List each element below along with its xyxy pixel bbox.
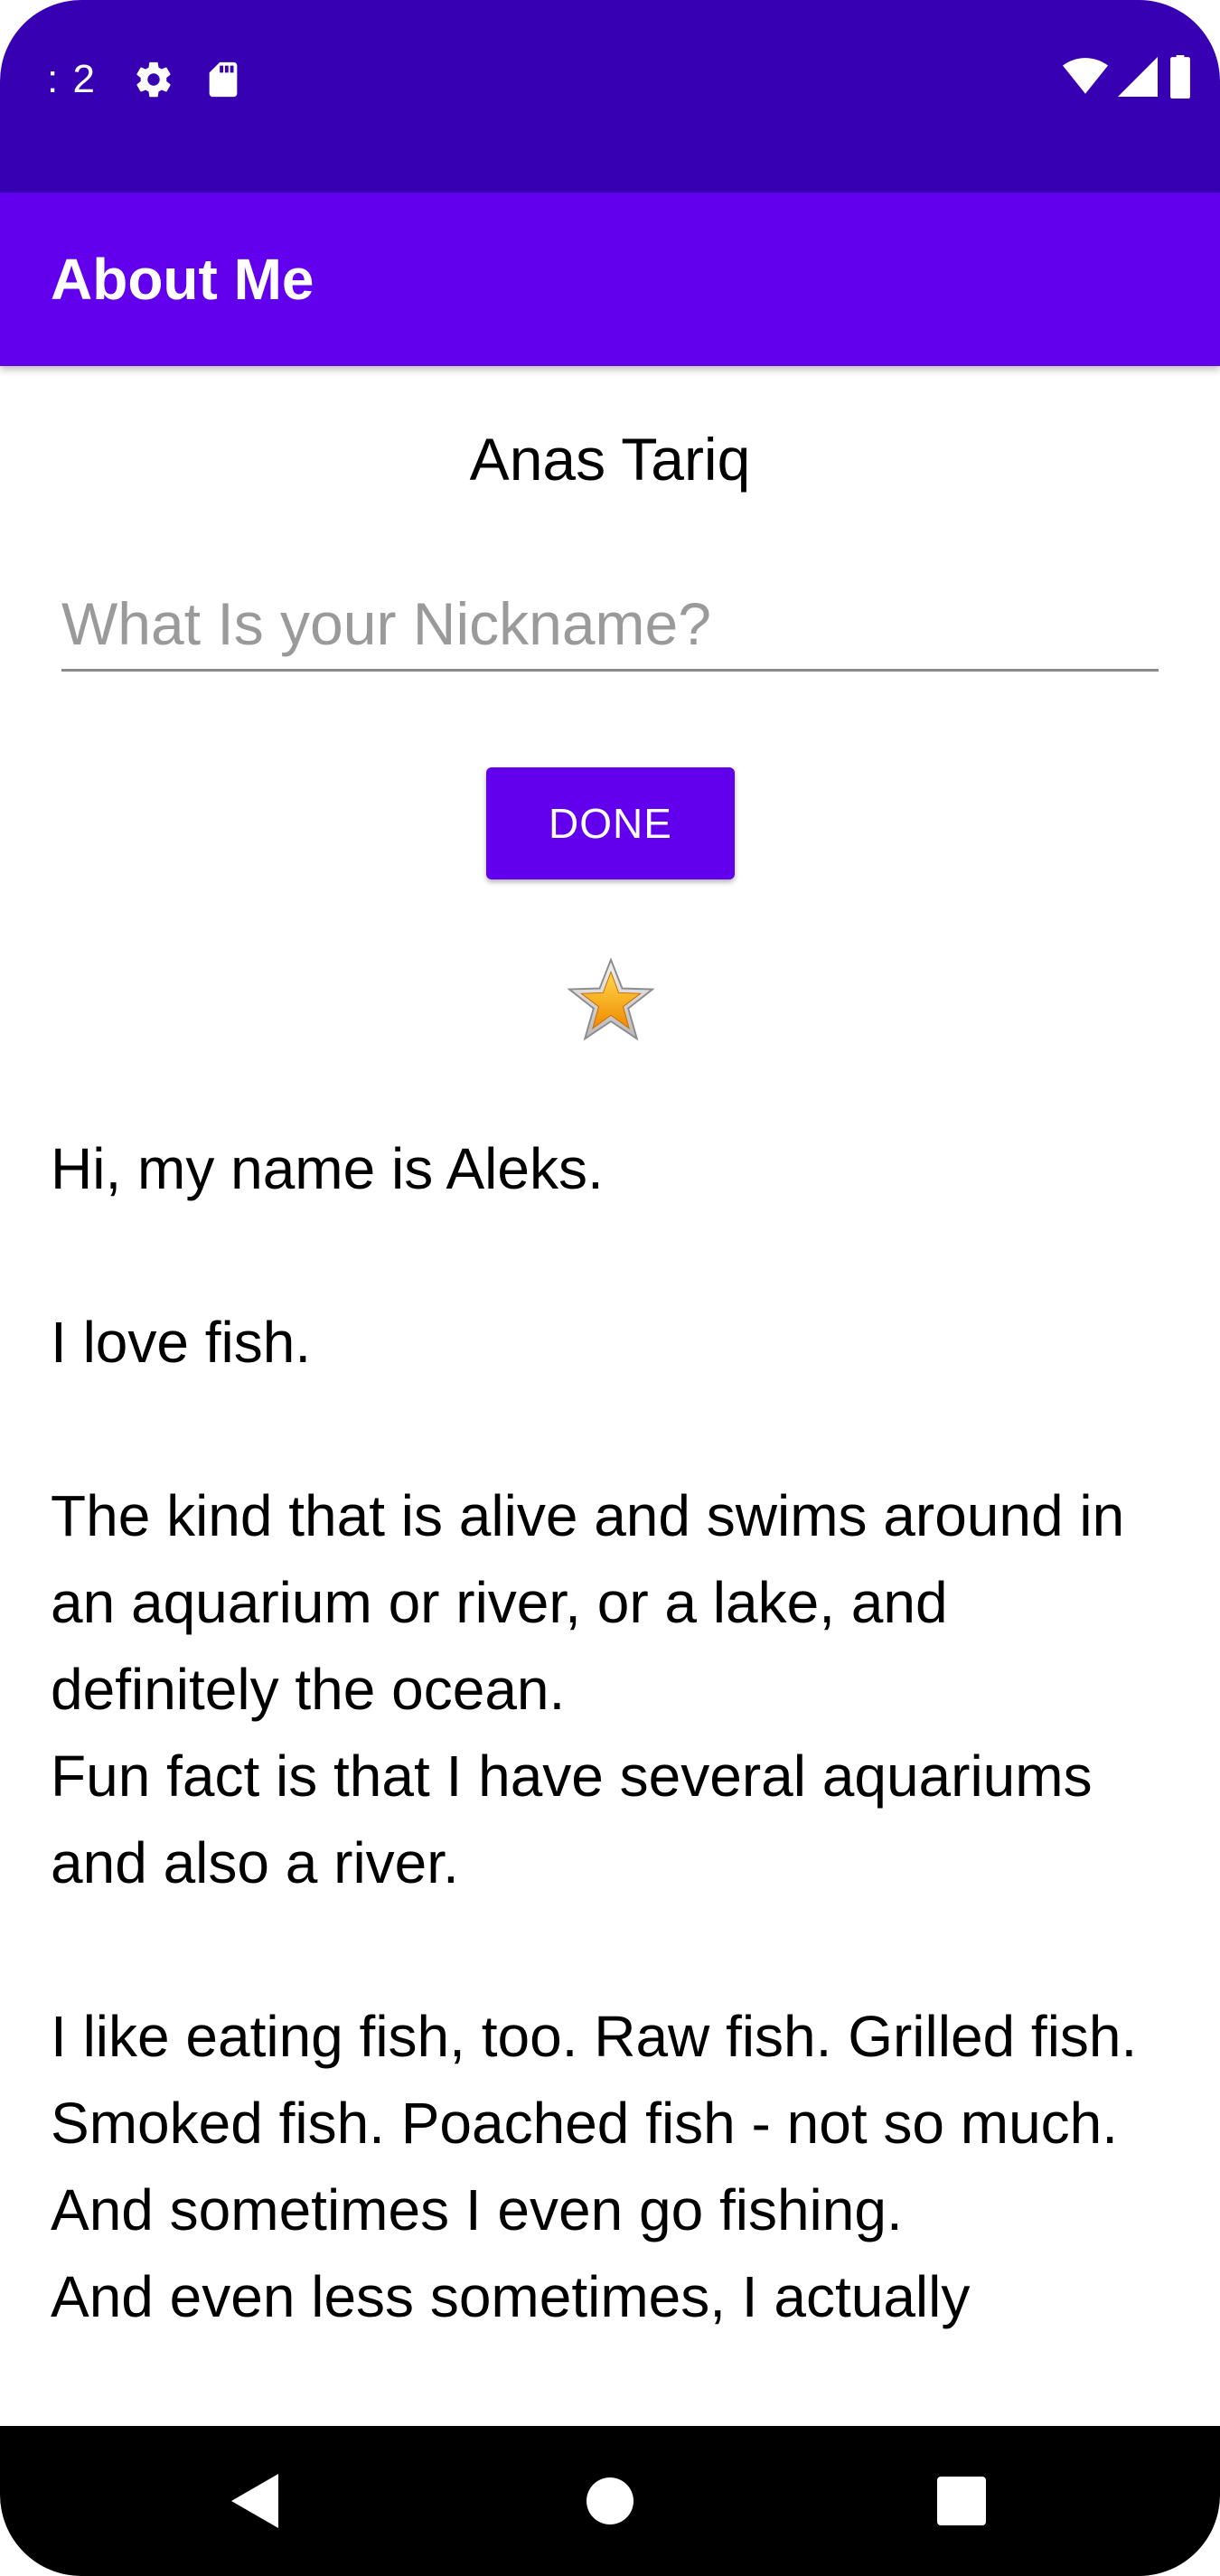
settings-icon <box>133 59 174 100</box>
profile-name: Anas Tariq <box>469 426 751 493</box>
status-time: : 2 <box>47 57 97 101</box>
navigation-bar <box>0 2426 1220 2576</box>
sd-card-icon <box>205 59 241 100</box>
app-bar: About Me <box>0 193 1220 366</box>
app-title: About Me <box>51 247 314 312</box>
done-button[interactable]: DONE <box>486 767 735 879</box>
battery-icon <box>1168 54 1193 103</box>
phone-screen: : 2 About Me Anas Tariq What Is your Nic… <box>0 0 1220 2576</box>
home-icon[interactable] <box>538 2426 682 2576</box>
status-left-group: : 2 <box>47 52 272 107</box>
back-icon[interactable] <box>183 2426 327 2576</box>
status-bar: : 2 <box>0 0 1220 193</box>
star-icon <box>567 956 655 1043</box>
wifi-icon <box>1063 57 1108 101</box>
recents-icon[interactable] <box>889 2426 1034 2576</box>
signal-icon <box>1117 56 1159 101</box>
bio-text: Hi, my name is Aleks. I love fish. The k… <box>51 1136 1138 2329</box>
nickname-input[interactable] <box>61 578 1159 672</box>
status-right-group <box>1063 54 1193 103</box>
